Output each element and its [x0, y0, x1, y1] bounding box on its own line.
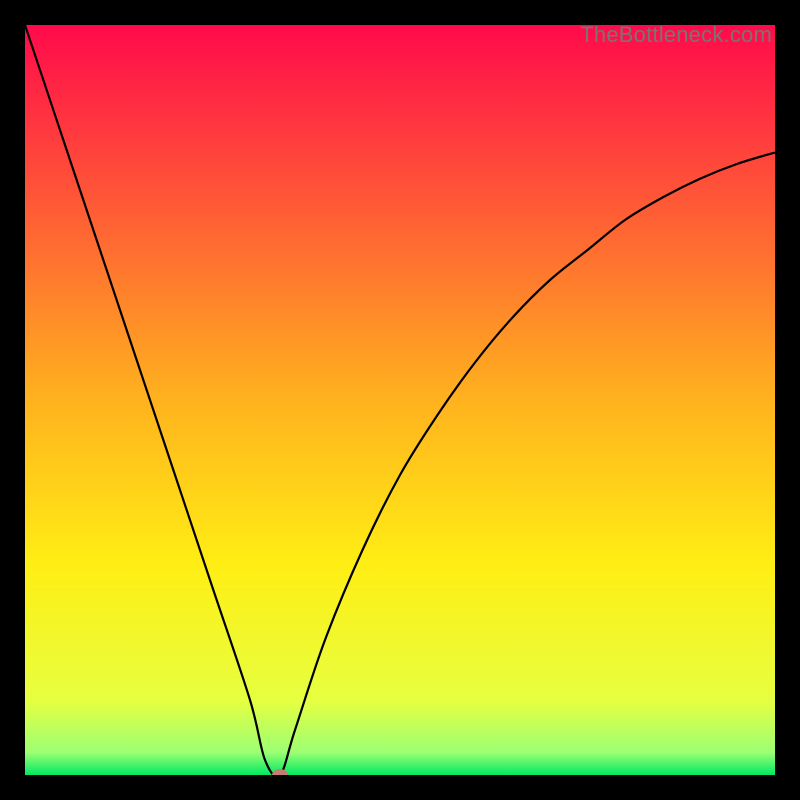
chart-background — [25, 25, 775, 775]
watermark-text: TheBottleneck.com — [580, 22, 772, 48]
chart-plot — [25, 25, 775, 775]
chart-frame: TheBottleneck.com — [20, 20, 780, 780]
